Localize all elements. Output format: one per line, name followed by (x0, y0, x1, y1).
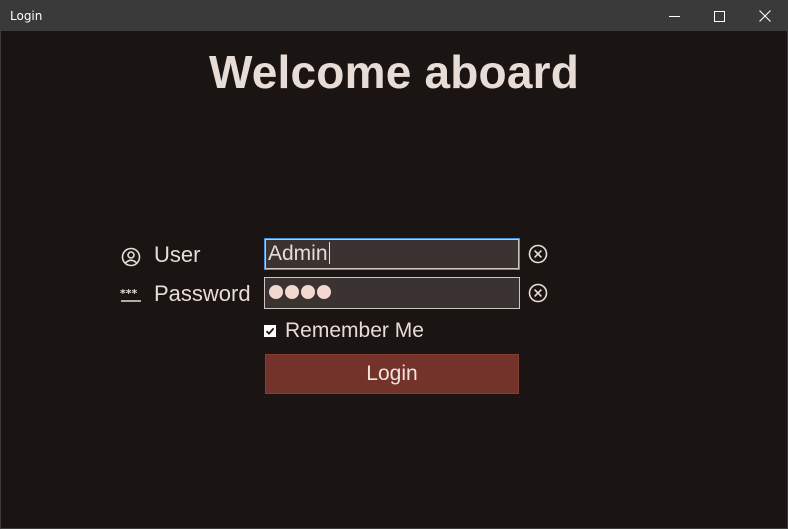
maximize-icon (713, 10, 725, 22)
password-dot (269, 285, 283, 299)
password-label: Password (154, 281, 251, 306)
checkmark-icon (265, 327, 275, 335)
remember-me[interactable]: Remember Me (264, 319, 424, 343)
password-asterisks-icon: *** (120, 287, 141, 302)
password-dot (317, 285, 331, 299)
password-dot (301, 285, 315, 299)
text-caret (328, 242, 330, 264)
remember-me-label: Remember Me (285, 319, 424, 342)
page-title: Welcome aboard (208, 46, 580, 98)
user-label: User (154, 242, 201, 267)
remember-me-checkbox[interactable] (264, 325, 276, 337)
login-window: Login Welcome aboard User Admin *** Pass… (0, 0, 788, 529)
close-icon (759, 10, 771, 22)
password-input[interactable] (264, 277, 520, 309)
close-button[interactable] (742, 1, 788, 31)
svg-text:***: *** (120, 287, 138, 300)
user-input[interactable]: Admin (264, 238, 520, 270)
clear-user-icon[interactable] (528, 244, 548, 264)
minimize-button[interactable] (651, 1, 697, 31)
maximize-button[interactable] (696, 1, 742, 31)
user-input-value: Admin (268, 242, 330, 265)
clear-password-icon[interactable] (528, 283, 548, 303)
password-mask (269, 285, 331, 299)
login-button[interactable]: Login (265, 354, 519, 394)
title-bar[interactable]: Login (1, 1, 787, 31)
user-circle-icon (121, 247, 141, 267)
password-dot (285, 285, 299, 299)
minimize-icon (668, 15, 680, 17)
window-title: Login (10, 9, 43, 23)
